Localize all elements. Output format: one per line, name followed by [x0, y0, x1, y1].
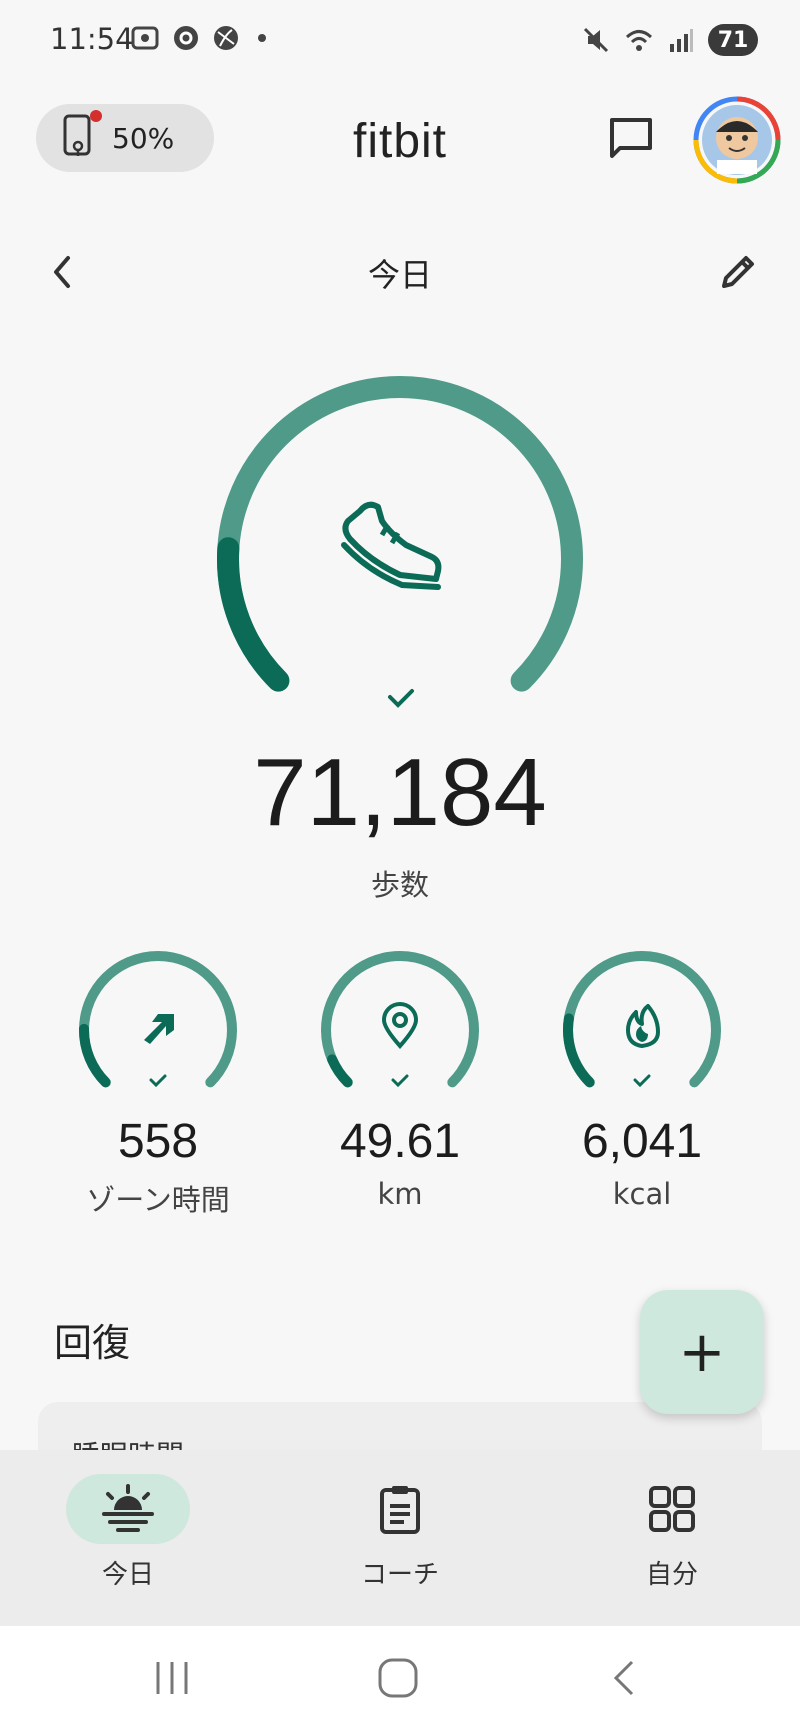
zone-arrow-icon — [144, 1014, 174, 1044]
steps-label: 歩数 — [370, 868, 429, 902]
home-icon[interactable] — [376, 1656, 420, 1700]
shoe-icon — [341, 501, 442, 590]
recent-apps-icon[interactable] — [150, 1656, 194, 1700]
system-navigation-bar — [0, 1626, 800, 1732]
goal-check-icon — [388, 689, 414, 708]
bottom-navigation: 今日 コーチ 自分 — [0, 1450, 800, 1626]
calories-ring — [563, 951, 721, 1088]
day-title: 今日 — [367, 256, 432, 294]
system-status-icons: 71 — [582, 24, 758, 56]
calories-label: kcal — [612, 1177, 672, 1211]
clipboard-icon — [380, 1486, 420, 1534]
zone-minutes-value: 558 — [117, 1115, 199, 1168]
signal-icon — [670, 29, 693, 52]
zone-minutes-label: ゾーン時間 — [86, 1183, 230, 1217]
metric-zone-minutes[interactable]: 558 ゾーン時間 — [48, 950, 268, 1219]
avatar[interactable] — [693, 96, 781, 184]
add-button[interactable]: + — [640, 1290, 764, 1414]
battery-level: 71 — [708, 24, 758, 56]
calories-value: 6,041 — [581, 1115, 703, 1168]
metric-calories[interactable]: 6,041 kcal — [532, 950, 752, 1211]
grid-icon — [649, 1486, 695, 1532]
steps-ring-progress — [217, 537, 290, 692]
status-bar: 11:54 71 — [0, 0, 800, 84]
location-pin-icon — [381, 1002, 419, 1050]
status-time: 11:54 — [50, 22, 134, 56]
nav-tab-today-label: 今日 — [101, 1560, 154, 1590]
flame-icon — [626, 1004, 660, 1048]
app-logo: fitbit — [352, 115, 448, 168]
notification-icons — [130, 24, 272, 52]
at-icon — [174, 26, 198, 50]
recovery-section-title: 回復 — [54, 1321, 131, 1365]
ball-icon — [214, 26, 238, 50]
screenshot-icon — [131, 26, 159, 50]
edit-pencil-icon[interactable] — [716, 250, 760, 294]
app-bar: 50% fitbit — [0, 96, 800, 186]
nav-tab-coach-label: コーチ — [360, 1560, 439, 1590]
system-back-icon[interactable] — [606, 1656, 642, 1700]
sunrise-icon — [102, 1484, 154, 1532]
mute-icon — [583, 27, 609, 53]
metric-distance[interactable]: 49.61 km — [290, 950, 510, 1211]
dot-icon — [258, 34, 266, 42]
day-navigation: 今日 — [0, 240, 800, 300]
nav-tab-today[interactable]: 今日 — [28, 1474, 228, 1591]
nav-tab-you[interactable]: 自分 — [572, 1474, 772, 1591]
chat-icon — [610, 118, 652, 158]
distance-ring — [321, 951, 479, 1088]
steps-value: 71,184 — [253, 739, 547, 846]
distance-label: km — [377, 1177, 423, 1211]
nav-tab-coach[interactable]: コーチ — [300, 1474, 500, 1591]
steps-ring-track — [217, 376, 583, 692]
messages-button[interactable] — [606, 114, 656, 168]
zone-minutes-ring — [79, 951, 237, 1088]
nav-tab-you-label: 自分 — [645, 1560, 698, 1590]
distance-value: 49.61 — [339, 1115, 461, 1168]
steps-progress-ring[interactable] — [216, 375, 584, 743]
wifi-icon — [625, 30, 653, 51]
